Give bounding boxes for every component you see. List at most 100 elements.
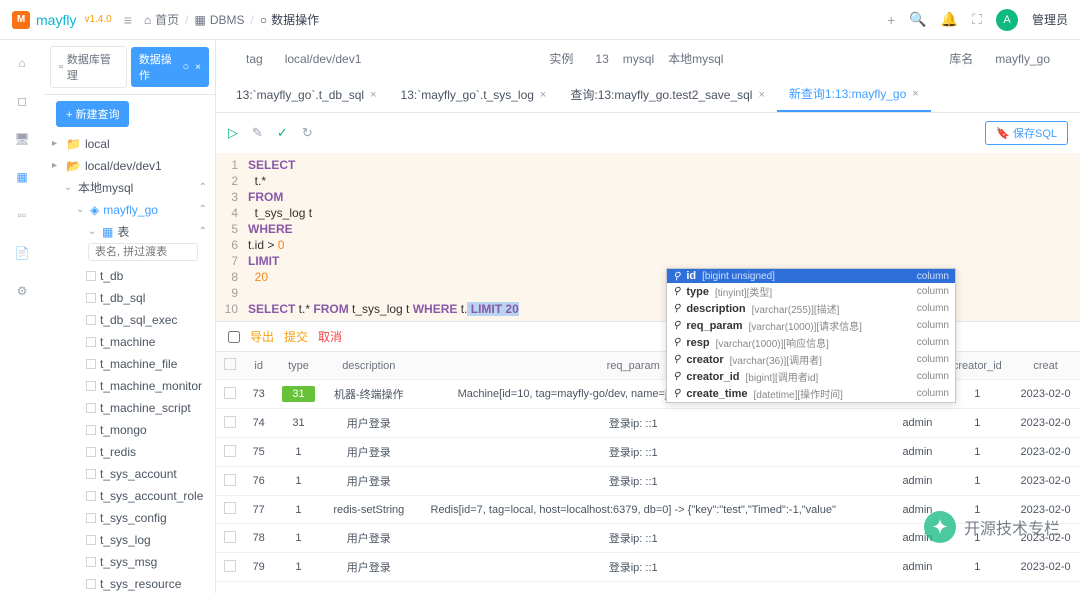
tree-table-item[interactable]: t_machine (48, 331, 211, 353)
tab-db-manage[interactable]: ▫ 数据库管理 (50, 46, 127, 88)
tree-db-local-mysql[interactable]: ⌄本地mysql⌃ (48, 177, 211, 199)
row-checkbox[interactable] (224, 416, 236, 428)
export-link[interactable]: 导出 (250, 328, 274, 345)
user-name[interactable]: 管理员 (1032, 11, 1068, 28)
app-name: mayfly (36, 12, 76, 28)
row-checkbox[interactable] (224, 445, 236, 457)
table-row[interactable]: 781用户登录登录ip: ::1admin12023-02-0 (216, 524, 1080, 553)
new-query-button[interactable]: + 新建查询 (56, 101, 129, 127)
sql-editor[interactable]: 1SELECT 2 t.* 3FROM 4 t_sys_log t 5WHERE… (216, 153, 1080, 321)
db-label: 库名 (949, 50, 973, 67)
tree-table-item[interactable]: t_sys_config (48, 507, 211, 529)
row-checkbox[interactable] (224, 502, 236, 514)
autocomplete-item[interactable]: ⚲creator [varchar(36)][调用者]column (667, 351, 955, 368)
editor-tab[interactable]: 查询:13:mayfly_go.test2_save_sql× (558, 78, 777, 111)
breadcrumb: ⌂ 首页 / ▦ DBMS / ○ 数据操作 (144, 11, 319, 28)
autocomplete-item[interactable]: ⚲create_time [datetime][操作时间]column (667, 385, 955, 402)
submit-link[interactable]: 提交 (284, 328, 308, 345)
commit-icon[interactable]: ✓ (277, 125, 288, 141)
autocomplete-item[interactable]: ⚲resp [varchar(1000)][响应信息]column (667, 334, 955, 351)
editor-tab[interactable]: 新查询1:13:mayfly_go× (777, 77, 931, 112)
db-tree: ▸📁local ▸📂local/dev/dev1 ⌄本地mysql⌃ ⌄◈may… (44, 133, 215, 593)
rail-home-icon[interactable]: ⌂ (13, 54, 31, 72)
tree-table-item[interactable]: t_db_sql (48, 287, 211, 309)
instance-label: 实例 (549, 50, 573, 67)
header-checkbox[interactable] (224, 358, 236, 370)
avatar[interactable]: A (996, 9, 1018, 31)
close-icon[interactable]: × (912, 88, 918, 100)
history-icon[interactable]: ↻ (302, 125, 313, 141)
tree-table-item[interactable]: t_redis (48, 441, 211, 463)
logo[interactable]: M mayfly v1.4.0 (12, 11, 112, 29)
tree-table-item[interactable]: t_mongo (48, 419, 211, 441)
bell-icon[interactable]: 🔔 (941, 11, 958, 28)
rail-monitor-icon[interactable]: 🖥 (13, 130, 31, 148)
select-all-checkbox[interactable] (228, 331, 240, 343)
autocomplete-popup[interactable]: ⚲id [bigint unsigned]column⚲type [tinyin… (666, 268, 956, 403)
tree-table-item[interactable]: t_db_sql_exec (48, 309, 211, 331)
rail-bookmark-icon[interactable]: ◻ (13, 92, 31, 110)
autocomplete-item[interactable]: ⚲creator_id [bigint][调用者id]column (667, 368, 955, 385)
run-icon[interactable]: ▷ (228, 125, 238, 141)
close-icon[interactable]: × (195, 62, 201, 73)
menu-toggle-icon[interactable]: ≡ (124, 12, 132, 28)
tree-table-item[interactable]: t_sys_resource (48, 573, 211, 593)
close-icon[interactable]: × (540, 89, 546, 101)
close-icon[interactable]: × (370, 89, 376, 101)
tree-table-item[interactable]: t_sys_account_role (48, 485, 211, 507)
content: tag local/dev/dev1 实例 13 mysql 本地mysql 库… (216, 40, 1080, 593)
autocomplete-item[interactable]: ⚲type [tinyint][类型]column (667, 283, 955, 300)
table-header[interactable]: type (273, 352, 323, 380)
db-value: mayfly_go (995, 52, 1050, 66)
table-header[interactable]: id (244, 352, 273, 380)
table-row[interactable]: 791用户登录登录ip: ::1admin12023-02-0 (216, 553, 1080, 582)
row-checkbox[interactable] (224, 474, 236, 486)
tree-folder-local[interactable]: ▸📁local (48, 133, 211, 155)
sidebar: ▫ 数据库管理 数据操作 ○ × + 新建查询 ▸📁local ▸📂local/… (44, 40, 216, 593)
cancel-link[interactable]: 取消 (318, 328, 342, 345)
breadcrumb-dbms[interactable]: ▦ DBMS (194, 13, 244, 27)
header: M mayfly v1.4.0 ≡ ⌂ 首页 / ▦ DBMS / ○ 数据操作… (0, 0, 1080, 40)
autocomplete-item[interactable]: ⚲description [varchar(255)][描述]column (667, 300, 955, 317)
tab-db-operate[interactable]: 数据操作 ○ × (131, 47, 209, 87)
table-filter-input[interactable] (88, 243, 198, 261)
fullscreen-icon[interactable]: ⛶ (972, 11, 982, 28)
rail-apps-icon[interactable]: ▫▫ (13, 206, 31, 224)
rail-grid-icon[interactable]: ▦ (13, 168, 31, 186)
tree-table-item[interactable]: t_machine_script (48, 397, 211, 419)
close-icon[interactable]: × (758, 89, 764, 101)
table-header[interactable]: description (324, 352, 414, 380)
rail-doc-icon[interactable]: 📄 (13, 244, 31, 262)
host-value: 本地mysql (668, 50, 723, 67)
sidebar-tabs: ▫ 数据库管理 数据操作 ○ × (44, 40, 215, 95)
row-checkbox[interactable] (224, 387, 236, 399)
table-row[interactable]: 771redis-setStringRedis[id=7, tag=local,… (216, 496, 1080, 524)
tree-table-item[interactable]: t_sys_account (48, 463, 211, 485)
tree-table-item[interactable]: t_machine_monitor (48, 375, 211, 397)
search-icon[interactable]: 🔍 (909, 11, 926, 28)
format-icon[interactable]: ✎ (252, 125, 263, 141)
editor-tab[interactable]: 13:`mayfly_go`.t_sys_log× (389, 80, 559, 110)
table-header[interactable]: creat (1011, 352, 1080, 380)
tree-tables-node[interactable]: ⌄▦表⌃ (48, 221, 211, 243)
row-checkbox[interactable] (224, 560, 236, 572)
editor-tab[interactable]: 13:`mayfly_go`.t_db_sql× (224, 80, 389, 110)
engine-value: mysql (623, 52, 654, 66)
autocomplete-item[interactable]: ⚲req_param [varchar(1000)][请求信息]column (667, 317, 955, 334)
tree-table-item[interactable]: t_machine_file (48, 353, 211, 375)
tree-table-item[interactable]: t_sys_msg (48, 551, 211, 573)
app-version: v1.4.0 (84, 14, 111, 25)
autocomplete-item[interactable]: ⚲id [bigint unsigned]column (667, 269, 955, 283)
save-sql-button[interactable]: 🔖 保存SQL (985, 121, 1068, 145)
tree-db-mayfly-go[interactable]: ⌄◈mayfly_go⌃ (48, 199, 211, 221)
breadcrumb-home[interactable]: ⌂ 首页 (144, 11, 179, 28)
table-row[interactable]: 7431用户登录登录ip: ::1admin12023-02-0 (216, 409, 1080, 438)
tree-table-item[interactable]: t_sys_log (48, 529, 211, 551)
tree-table-item[interactable]: t_db (48, 265, 211, 287)
add-icon[interactable]: + (887, 12, 895, 28)
table-row[interactable]: 761用户登录登录ip: ::1admin12023-02-0 (216, 467, 1080, 496)
rail-settings-icon[interactable]: ⚙ (13, 282, 31, 300)
row-checkbox[interactable] (224, 531, 236, 543)
table-row[interactable]: 751用户登录登录ip: ::1admin12023-02-0 (216, 438, 1080, 467)
tree-folder-dev[interactable]: ▸📂local/dev/dev1 (48, 155, 211, 177)
